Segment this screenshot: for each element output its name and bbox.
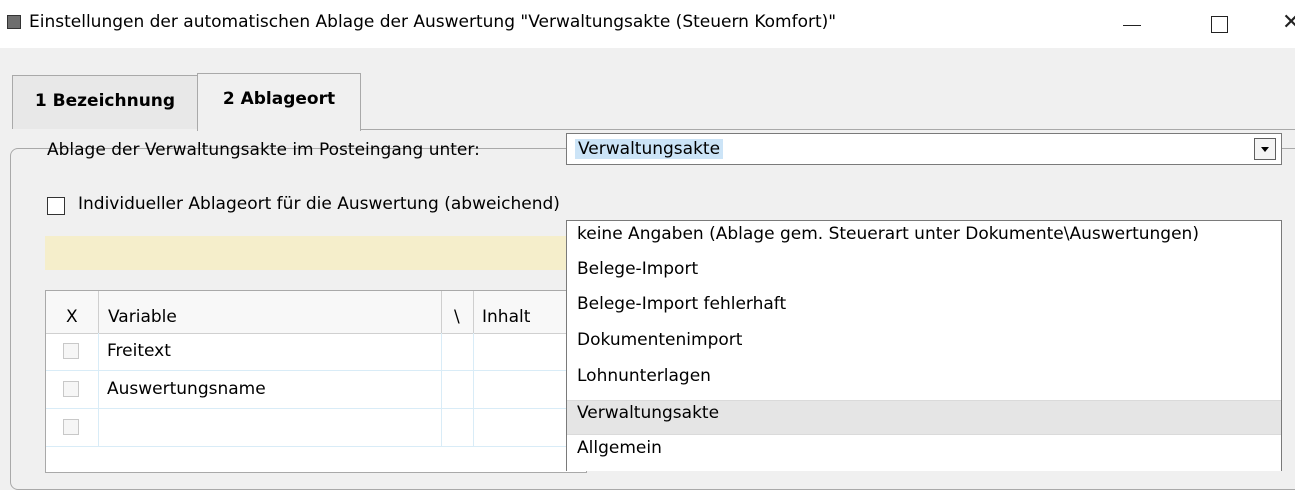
path-preview-bar	[45, 236, 585, 270]
column-header-separator[interactable]: \	[442, 291, 474, 333]
tab-bezeichnung[interactable]: 1 Bezeichnung	[12, 75, 198, 129]
tab-ablageort[interactable]: 2 Ablageort	[197, 73, 361, 131]
ablage-combobox-value: Verwaltungsakte	[575, 139, 724, 159]
minimize-button[interactable]	[1117, 6, 1147, 42]
maximize-button[interactable]	[1205, 6, 1235, 42]
app-icon	[7, 15, 21, 29]
column-header-x[interactable]: X	[46, 291, 99, 333]
chevron-down-icon[interactable]	[1254, 138, 1276, 160]
title-bar: Einstellungen der automatischen Ablage d…	[0, 0, 1295, 48]
variables-grid: X Variable \ Inhalt Freitext Auswertungs…	[45, 290, 587, 473]
individual-location-label: Individueller Ablageort für die Auswertu…	[78, 194, 560, 214]
dropdown-option-keine-angaben[interactable]: keine Angaben (Ablage gem. Steuerart unt…	[567, 222, 1281, 257]
dropdown-option-belege-import[interactable]: Belege-Import	[567, 257, 1281, 292]
close-button[interactable]: ✕	[1282, 10, 1295, 35]
dropdown-option-verwaltungsakte[interactable]: Verwaltungsakte	[567, 400, 1281, 435]
table-row[interactable]	[46, 409, 586, 447]
tab-divider	[361, 129, 1295, 130]
window-title: Einstellungen der automatischen Ablage d…	[29, 12, 837, 32]
grid-header: X Variable \ Inhalt	[46, 291, 586, 334]
table-row[interactable]: Auswertungsname	[46, 371, 586, 409]
row-checkbox[interactable]	[63, 343, 79, 359]
row-checkbox[interactable]	[63, 381, 79, 397]
table-row[interactable]: Freitext	[46, 333, 586, 371]
individual-location-checkbox[interactable]	[47, 197, 65, 215]
dropdown-option-belege-import-fehlerhaft[interactable]: Belege-Import fehlerhaft	[567, 292, 1281, 327]
row-checkbox[interactable]	[63, 419, 79, 435]
ablage-label: Ablage der Verwaltungsakte im Posteingan…	[47, 140, 480, 160]
row-variable: Auswertungsname	[107, 379, 266, 399]
dropdown-option-lohnunterlagen[interactable]: Lohnunterlagen	[567, 364, 1281, 399]
row-variable: Freitext	[107, 341, 171, 361]
row-separator-cell[interactable]	[442, 371, 474, 408]
row-separator-cell[interactable]	[442, 409, 474, 446]
column-header-variable[interactable]: Variable	[99, 291, 442, 333]
dropdown-option-dokumentenimport[interactable]: Dokumentenimport	[567, 328, 1281, 363]
dropdown-option-allgemein[interactable]: Allgemein	[567, 436, 1281, 471]
ablage-dropdown-list: keine Angaben (Ablage gem. Steuerart unt…	[566, 220, 1282, 471]
ablage-combobox[interactable]: Verwaltungsakte	[566, 133, 1282, 165]
row-separator-cell[interactable]	[442, 333, 474, 370]
